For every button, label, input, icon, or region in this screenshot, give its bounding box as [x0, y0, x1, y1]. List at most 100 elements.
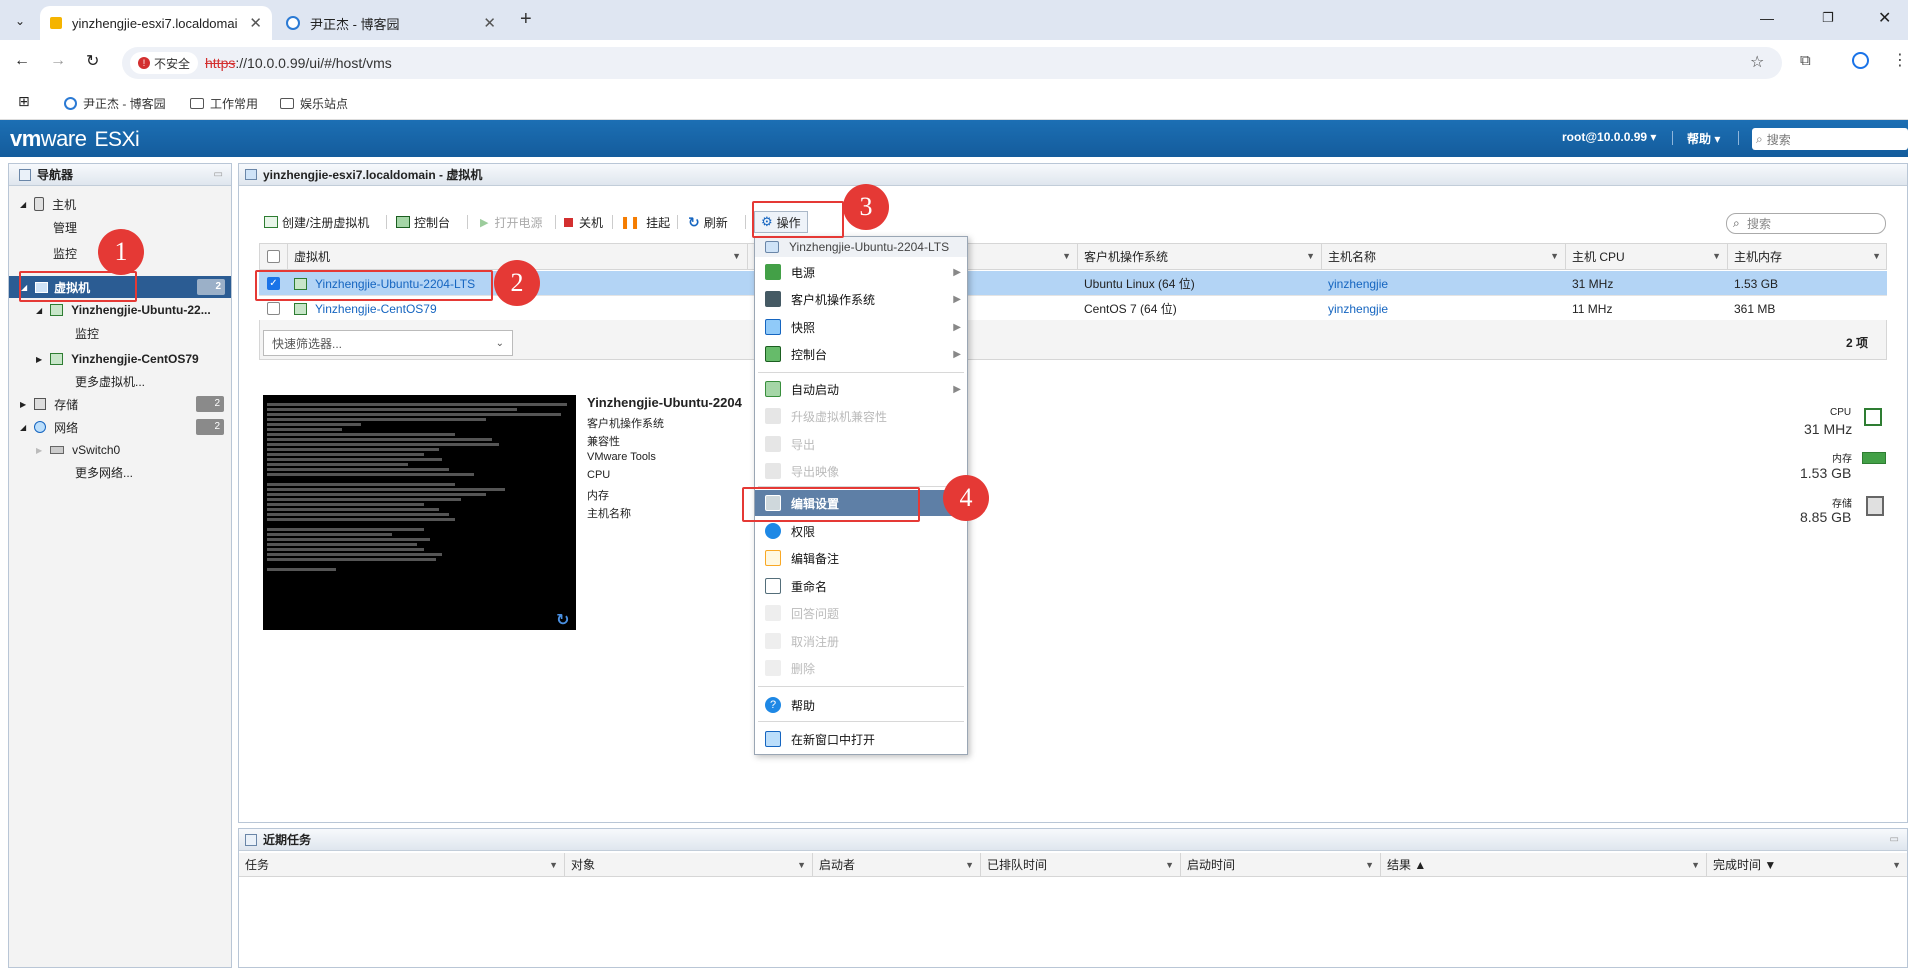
- console-button[interactable]: 控制台: [396, 212, 450, 232]
- shutdown-button[interactable]: 关机: [564, 212, 603, 232]
- nav-network[interactable]: ◢ 网络 2: [20, 416, 230, 438]
- chevron-down-icon[interactable]: ▼: [965, 860, 974, 870]
- bookmark-folder-fun[interactable]: 娱乐站点: [280, 92, 348, 114]
- url-text[interactable]: https://10.0.0.99/ui/#/host/vms: [205, 55, 392, 71]
- menu-item-export-image[interactable]: 导出映像: [755, 458, 967, 484]
- menu-item-help[interactable]: ? 帮助: [755, 692, 967, 718]
- menu-item-snapshot[interactable]: 快照 ▶: [755, 314, 967, 340]
- bookmark-star-icon[interactable]: ☆: [1750, 52, 1764, 72]
- chevron-down-icon[interactable]: ▼: [1712, 251, 1721, 261]
- chevron-down-icon[interactable]: ▼: [1306, 251, 1315, 261]
- chevron-down-icon[interactable]: ▼: [1550, 251, 1559, 261]
- expand-icon[interactable]: ◢: [36, 306, 42, 315]
- nav-vm-centos[interactable]: ▶ Yinzhengjie-CentOS79: [36, 348, 199, 370]
- nav-vm-monitor[interactable]: 监控: [75, 322, 99, 344]
- task-col-result[interactable]: 结果 ▲ ▼: [1381, 853, 1707, 877]
- nav-more-networks[interactable]: 更多网络...: [75, 461, 133, 483]
- bookmark-folder-work[interactable]: 工作常用: [190, 92, 258, 114]
- chevron-down-icon[interactable]: ▼: [1062, 251, 1071, 261]
- bookmark-blog[interactable]: 尹正杰 - 博客园: [64, 92, 166, 114]
- profile-icon[interactable]: [1852, 52, 1869, 69]
- select-all-checkbox[interactable]: [267, 250, 280, 263]
- chevron-down-icon[interactable]: ▼: [1691, 860, 1700, 870]
- search-icon: ⌕: [1733, 216, 1740, 230]
- new-tab-button[interactable]: +: [520, 8, 532, 31]
- menu-item-delete[interactable]: 删除: [755, 655, 967, 681]
- vm-name-link[interactable]: Yinzhengjie-CentOS79: [315, 302, 437, 316]
- close-icon[interactable]: ✕: [483, 14, 496, 32]
- nav-vm-ubuntu[interactable]: ◢ Yinzhengjie-Ubuntu-22...: [36, 299, 211, 321]
- tab-esxi[interactable]: yinzhengjie-esxi7.localdomai ✕: [40, 6, 272, 40]
- tab-list-button[interactable]: ⌄: [8, 10, 32, 32]
- expand-icon[interactable]: ▶: [36, 446, 42, 455]
- nav-manage[interactable]: 管理: [53, 216, 77, 238]
- power-on-button[interactable]: ▶ 打开电源: [480, 212, 542, 232]
- collapse-icon[interactable]: ▭: [214, 169, 223, 180]
- expand-icon[interactable]: ◢: [20, 200, 26, 209]
- nav-monitor[interactable]: 监控: [53, 242, 77, 264]
- menu-item-open-new-window[interactable]: 在新窗口中打开: [755, 726, 967, 752]
- task-col-task[interactable]: 任务 ▼: [239, 853, 565, 877]
- refresh-button[interactable]: ↻ 刷新: [688, 212, 728, 232]
- menu-item-power[interactable]: 电源 ▶: [755, 259, 967, 285]
- grid-search-input[interactable]: ⌕ 搜索: [1726, 213, 1886, 234]
- nav-storage[interactable]: ▶ 存储 2: [20, 393, 230, 415]
- suspend-button[interactable]: ❚❚ 挂起: [620, 212, 670, 232]
- header-search[interactable]: ⌕ 搜索: [1752, 128, 1908, 150]
- expand-icon[interactable]: ▶: [36, 355, 42, 364]
- menu-item-answer-question[interactable]: 回答问题: [755, 600, 967, 626]
- row-checkbox[interactable]: [267, 302, 280, 315]
- console-thumbnail[interactable]: [263, 395, 576, 630]
- user-menu[interactable]: root@10.0.0.99 ▾: [1562, 130, 1656, 144]
- chevron-down-icon[interactable]: ▼: [549, 860, 558, 870]
- task-col-queued[interactable]: 已排队时间 ▼: [981, 853, 1181, 877]
- menu-dots-icon[interactable]: ⋮: [1892, 50, 1908, 70]
- apps-grid-icon[interactable]: ⊞: [18, 93, 30, 110]
- quick-filter-select[interactable]: 快速筛选器... ⌄: [263, 330, 513, 356]
- chevron-down-icon[interactable]: ▼: [1872, 251, 1881, 261]
- menu-item-export[interactable]: 导出: [755, 431, 967, 457]
- chevron-down-icon[interactable]: ▼: [1365, 860, 1374, 870]
- hostname-cell[interactable]: yinzhengjie: [1322, 296, 1566, 321]
- reload-icon[interactable]: ↻: [86, 51, 99, 71]
- nav-vswitch[interactable]: ▶ vSwitch0: [36, 439, 120, 461]
- task-col-started[interactable]: 启动时间 ▼: [1181, 853, 1381, 877]
- task-col-initiator[interactable]: 启动者 ▼: [813, 853, 981, 877]
- nav-host[interactable]: ◢ 主机: [20, 193, 76, 215]
- chevron-down-icon[interactable]: ▼: [732, 251, 741, 261]
- help-menu[interactable]: 帮助 ▾: [1687, 130, 1720, 147]
- menu-item-rename[interactable]: 重命名: [755, 573, 967, 599]
- expand-icon[interactable]: ▶: [20, 400, 26, 409]
- menu-item-edit-notes[interactable]: 编辑备注: [755, 545, 967, 571]
- window-close-icon[interactable]: ✕: [1878, 8, 1891, 28]
- extensions-icon[interactable]: ⧉: [1800, 52, 1811, 69]
- col-hostname[interactable]: 主机名称 ▼: [1322, 243, 1566, 270]
- menu-item-guest-os[interactable]: 客户机操作系统 ▶: [755, 286, 967, 312]
- menu-item-console[interactable]: 控制台 ▶: [755, 341, 967, 367]
- chevron-down-icon[interactable]: ⌄: [496, 338, 504, 349]
- collapse-icon[interactable]: ▭: [1890, 834, 1899, 845]
- expand-icon[interactable]: ◢: [20, 423, 26, 432]
- tab-blog[interactable]: 尹正杰 - 博客园 ✕: [276, 6, 506, 40]
- col-guest-os[interactable]: 客户机操作系统 ▼: [1078, 243, 1322, 270]
- menu-item-unregister[interactable]: 取消注册: [755, 628, 967, 654]
- console-refresh-icon[interactable]: ↻: [556, 610, 569, 630]
- chevron-down-icon[interactable]: ▼: [1892, 860, 1901, 870]
- close-icon[interactable]: ✕: [249, 14, 262, 32]
- col-host-cpu[interactable]: 主机 CPU ▼: [1566, 243, 1728, 270]
- task-col-target[interactable]: 对象 ▼: [565, 853, 813, 877]
- menu-item-upgrade-compat[interactable]: 升级虚拟机兼容性: [755, 403, 967, 429]
- create-vm-button[interactable]: 创建/注册虚拟机: [264, 212, 369, 232]
- restore-icon[interactable]: ❐: [1822, 10, 1834, 26]
- hostname-cell[interactable]: yinzhengjie: [1322, 271, 1566, 296]
- minimize-icon[interactable]: —: [1760, 10, 1774, 26]
- task-col-completed[interactable]: 完成时间 ▼ ▼: [1707, 853, 1907, 877]
- nav-more-vms[interactable]: 更多虚拟机...: [75, 370, 145, 392]
- chevron-down-icon[interactable]: ▼: [797, 860, 806, 870]
- forward-icon[interactable]: →: [50, 52, 66, 70]
- security-warning[interactable]: ! 不安全: [130, 52, 199, 74]
- back-icon[interactable]: ←: [14, 52, 30, 70]
- col-host-mem[interactable]: 主机内存 ▼: [1728, 243, 1887, 270]
- menu-item-autostart[interactable]: 自动启动 ▶: [755, 376, 967, 402]
- chevron-down-icon[interactable]: ▼: [1165, 860, 1174, 870]
